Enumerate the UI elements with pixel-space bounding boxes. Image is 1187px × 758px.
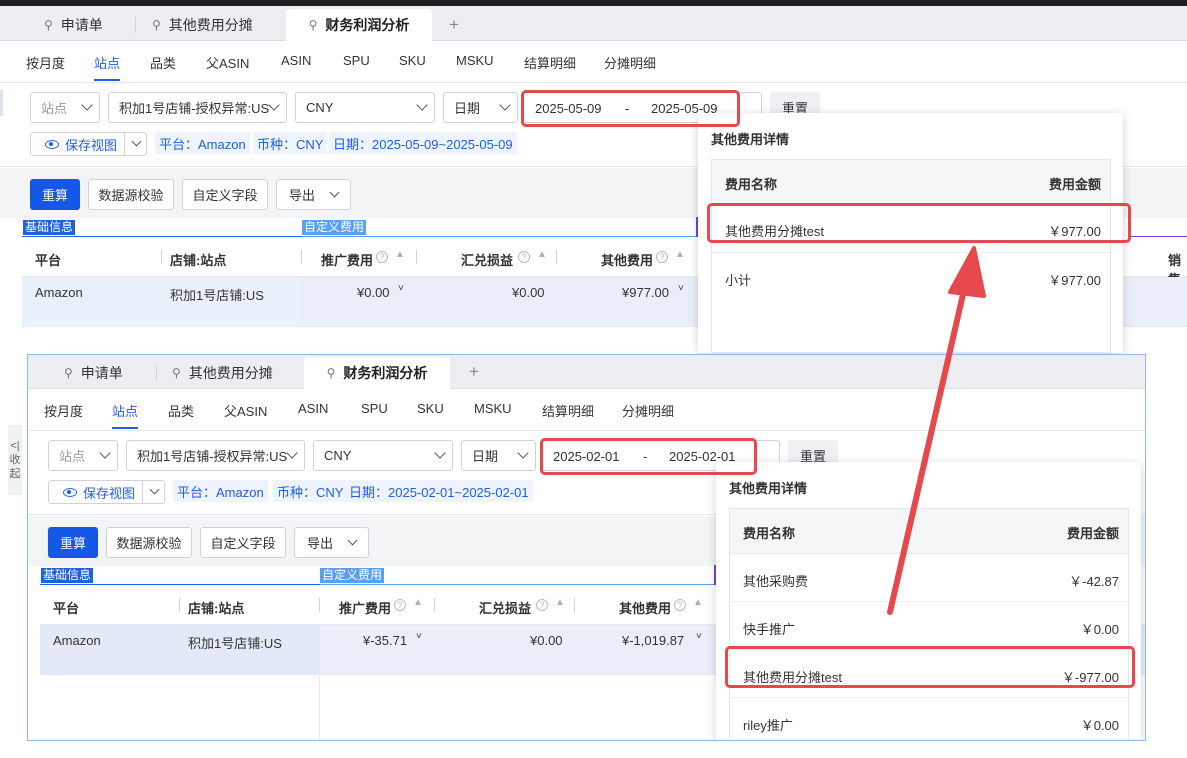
annotation-arrow xyxy=(887,246,986,615)
